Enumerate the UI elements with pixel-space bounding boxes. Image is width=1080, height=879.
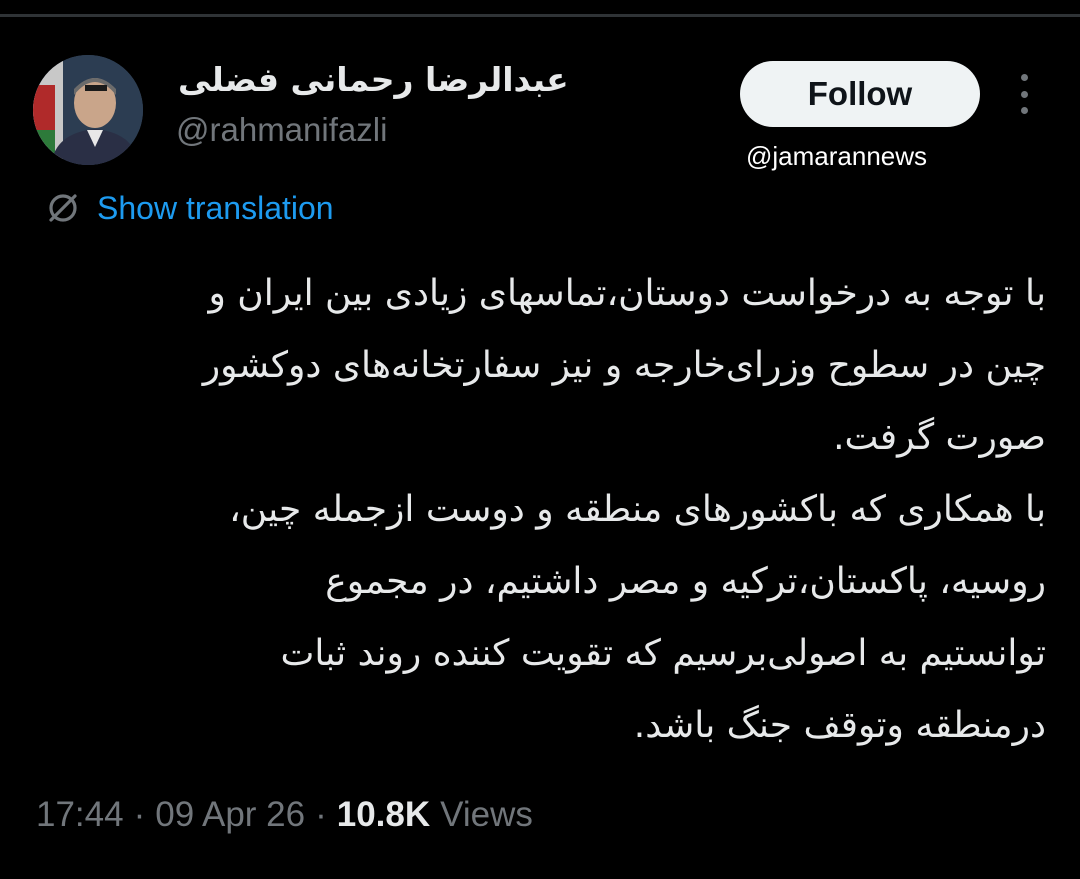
tweet-line: با توجه به درخواست دوستان،تماسهای زیادی … [208, 273, 1046, 314]
more-dot [1020, 90, 1028, 98]
show-translation-link[interactable]: Show translation [45, 186, 334, 230]
tweet-line: روسیه، پاکستان،ترکیه و مصر داشتیم، در مج… [325, 561, 1046, 602]
author-handle[interactable]: @rahmanifazli [176, 108, 387, 152]
watermark-handle: @jamarannews [746, 141, 928, 171]
author-display-name[interactable]: عبدالرضا رحمانی فضلی [178, 56, 569, 104]
globe-icon [49, 194, 77, 222]
tweet-line: صورت گرفت. [833, 417, 1046, 458]
more-dot [1020, 74, 1028, 81]
tweet-date[interactable]: 09 Apr 26 [155, 795, 305, 835]
tweet-line: چین در سطوح وزرای‌خارجه و نیز سفارتخانه‌… [202, 345, 1046, 386]
more-vertical-icon[interactable] [1010, 74, 1038, 114]
top-divider [0, 14, 1080, 17]
meta-separator: · [315, 795, 327, 834]
avatar[interactable] [33, 55, 143, 165]
views-label: Views [440, 795, 533, 834]
views-count[interactable]: 10.8K [337, 795, 430, 835]
tweet-line: درمنطقه وتوقف جنگ باشد. [633, 705, 1046, 746]
more-dot [1020, 107, 1028, 114]
tweet-meta: 17:44 · 09 Apr 26 · 10.8K Views [36, 790, 533, 840]
follow-button[interactable]: Follow [740, 61, 980, 127]
avatar-image [33, 55, 143, 165]
tweet-time[interactable]: 17:44 [36, 795, 124, 835]
show-translation-label: Show translation [97, 189, 334, 226]
tweet-line: توانستیم به اصولی‌برسیم که تقویت کننده ر… [280, 633, 1046, 674]
tweet-line: با همکاری که باکشورهای منطقه و دوست ازجم… [229, 489, 1046, 530]
tweet-text: با توجه به درخواست دوستان،تماسهای زیادی … [30, 258, 1046, 762]
meta-separator: · [133, 795, 146, 834]
